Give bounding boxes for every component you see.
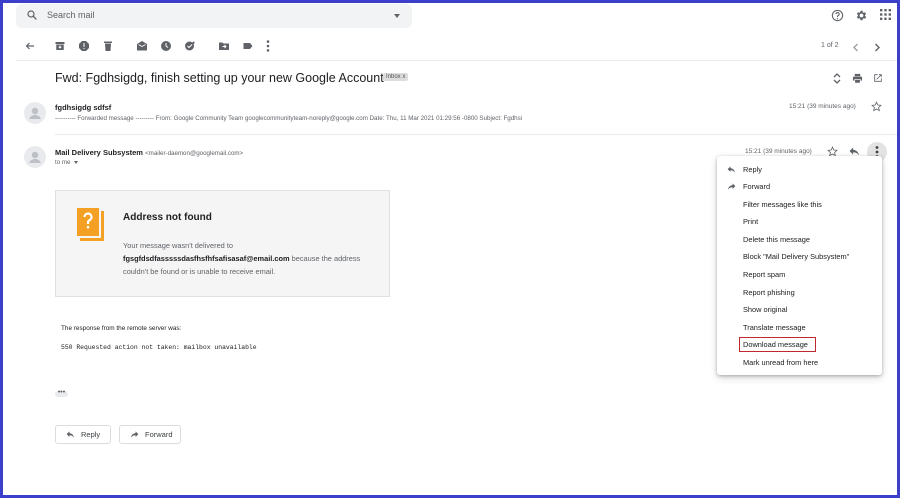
- menu-item-print[interactable]: Print: [743, 217, 758, 226]
- older-chevron-right-icon[interactable]: [874, 43, 881, 52]
- message2-time: 15:21 (39 minutes ago): [745, 148, 812, 155]
- inbox-label-text: Inbox: [386, 74, 401, 80]
- recipient-text: to me: [55, 159, 71, 166]
- message1-time: 15:21 (39 minutes ago): [789, 103, 856, 110]
- message1-snippet[interactable]: ---------- Forwarded message --------- F…: [55, 115, 522, 122]
- snooze-clock-icon[interactable]: [160, 40, 172, 52]
- menu-item-filter[interactable]: Filter messages like this: [743, 200, 822, 209]
- menu-item-download[interactable]: Download message: [743, 340, 808, 349]
- star-icon[interactable]: [871, 101, 882, 112]
- server-response-intro: The response from the remote server was:: [61, 325, 182, 332]
- menu-item-report-spam[interactable]: Report spam: [743, 270, 785, 279]
- menu-item-mark-unread[interactable]: Mark unread from here: [743, 358, 818, 367]
- open-new-window-icon[interactable]: [873, 73, 883, 83]
- print-all-icon[interactable]: [852, 73, 863, 84]
- newer-chevron-left-icon[interactable]: [852, 43, 859, 52]
- mark-unread-icon[interactable]: [136, 40, 148, 52]
- archive-icon[interactable]: [54, 40, 66, 52]
- message-options-menu: Reply Forward Filter messages like this …: [717, 156, 882, 375]
- reply-button[interactable]: Reply: [55, 425, 111, 444]
- bounce-notice-card: Address not found Your message wasn't de…: [55, 190, 390, 297]
- menu-item-forward[interactable]: Forward: [743, 182, 770, 191]
- reply-arrow-icon[interactable]: [849, 147, 860, 156]
- show-trimmed-content-button[interactable]: •••: [55, 389, 68, 397]
- message-divider: [55, 134, 897, 135]
- apps-grid-icon[interactable]: [880, 9, 891, 20]
- details-dropdown-icon[interactable]: [74, 160, 79, 164]
- menu-item-block[interactable]: Block "Mail Delivery Subsystem": [743, 252, 849, 261]
- avatar: [24, 102, 46, 124]
- move-to-icon[interactable]: [218, 40, 230, 52]
- sender-name[interactable]: Mail Delivery Subsystem: [55, 148, 143, 157]
- toolbar-divider: [16, 60, 897, 61]
- more-vertical-icon[interactable]: [266, 40, 270, 52]
- help-icon[interactable]: [831, 9, 844, 22]
- bounce-title: Address not found: [123, 212, 212, 223]
- bounce-address: fgsgfdsdfasssssdasfhsfhfsafisasaf@email.…: [123, 254, 290, 263]
- message1-sender[interactable]: fgdhsigdg sdfsf: [55, 103, 111, 112]
- label-tag-icon[interactable]: [242, 40, 254, 52]
- expand-all-icon[interactable]: [833, 73, 841, 84]
- forward-arrow-icon: [727, 183, 736, 190]
- back-arrow-icon[interactable]: [24, 40, 36, 52]
- report-spam-icon[interactable]: [78, 40, 90, 52]
- bounce-body: Your message wasn't delivered to fgsgfds…: [123, 239, 373, 278]
- recipient-details[interactable]: to me: [55, 159, 79, 166]
- reply-arrow-icon: [66, 431, 74, 438]
- bounce-line1: Your message wasn't delivered to: [123, 241, 234, 250]
- forward-button[interactable]: Forward: [119, 425, 181, 444]
- avatar: [24, 146, 46, 168]
- warning-document-icon: [76, 207, 104, 241]
- menu-item-show-original[interactable]: Show original: [743, 305, 787, 314]
- inbox-label-chip[interactable]: Inbox x: [383, 73, 409, 81]
- menu-item-delete[interactable]: Delete this message: [743, 235, 810, 244]
- email-subject: Fwd: Fgdhsigdg, finish setting up your n…: [55, 71, 384, 85]
- menu-item-translate[interactable]: Translate message: [743, 323, 806, 332]
- sender-email: <mailer-daemon@googlemail.com>: [145, 150, 244, 157]
- remove-label-icon[interactable]: x: [402, 74, 405, 80]
- search-options-icon[interactable]: [394, 14, 400, 18]
- menu-item-reply[interactable]: Reply: [743, 165, 762, 174]
- add-to-tasks-icon[interactable]: [184, 40, 196, 52]
- menu-item-report-phishing[interactable]: Report phishing: [743, 288, 795, 297]
- delete-trash-icon[interactable]: [102, 40, 114, 52]
- message2-sender[interactable]: Mail Delivery Subsystem <mailer-daemon@g…: [55, 148, 243, 157]
- forward-button-label: Forward: [145, 430, 173, 439]
- reply-arrow-icon: [727, 166, 736, 173]
- search-icon[interactable]: [26, 9, 38, 21]
- reply-button-label: Reply: [81, 430, 101, 439]
- search-bar[interactable]: Search mail: [16, 4, 412, 28]
- settings-gear-icon[interactable]: [855, 9, 868, 22]
- forward-arrow-icon: [131, 431, 139, 438]
- server-response-code: 550 Requested action not taken: mailbox …: [61, 344, 257, 351]
- search-input[interactable]: Search mail: [47, 10, 95, 20]
- pagination-count: 1 of 2: [821, 42, 839, 49]
